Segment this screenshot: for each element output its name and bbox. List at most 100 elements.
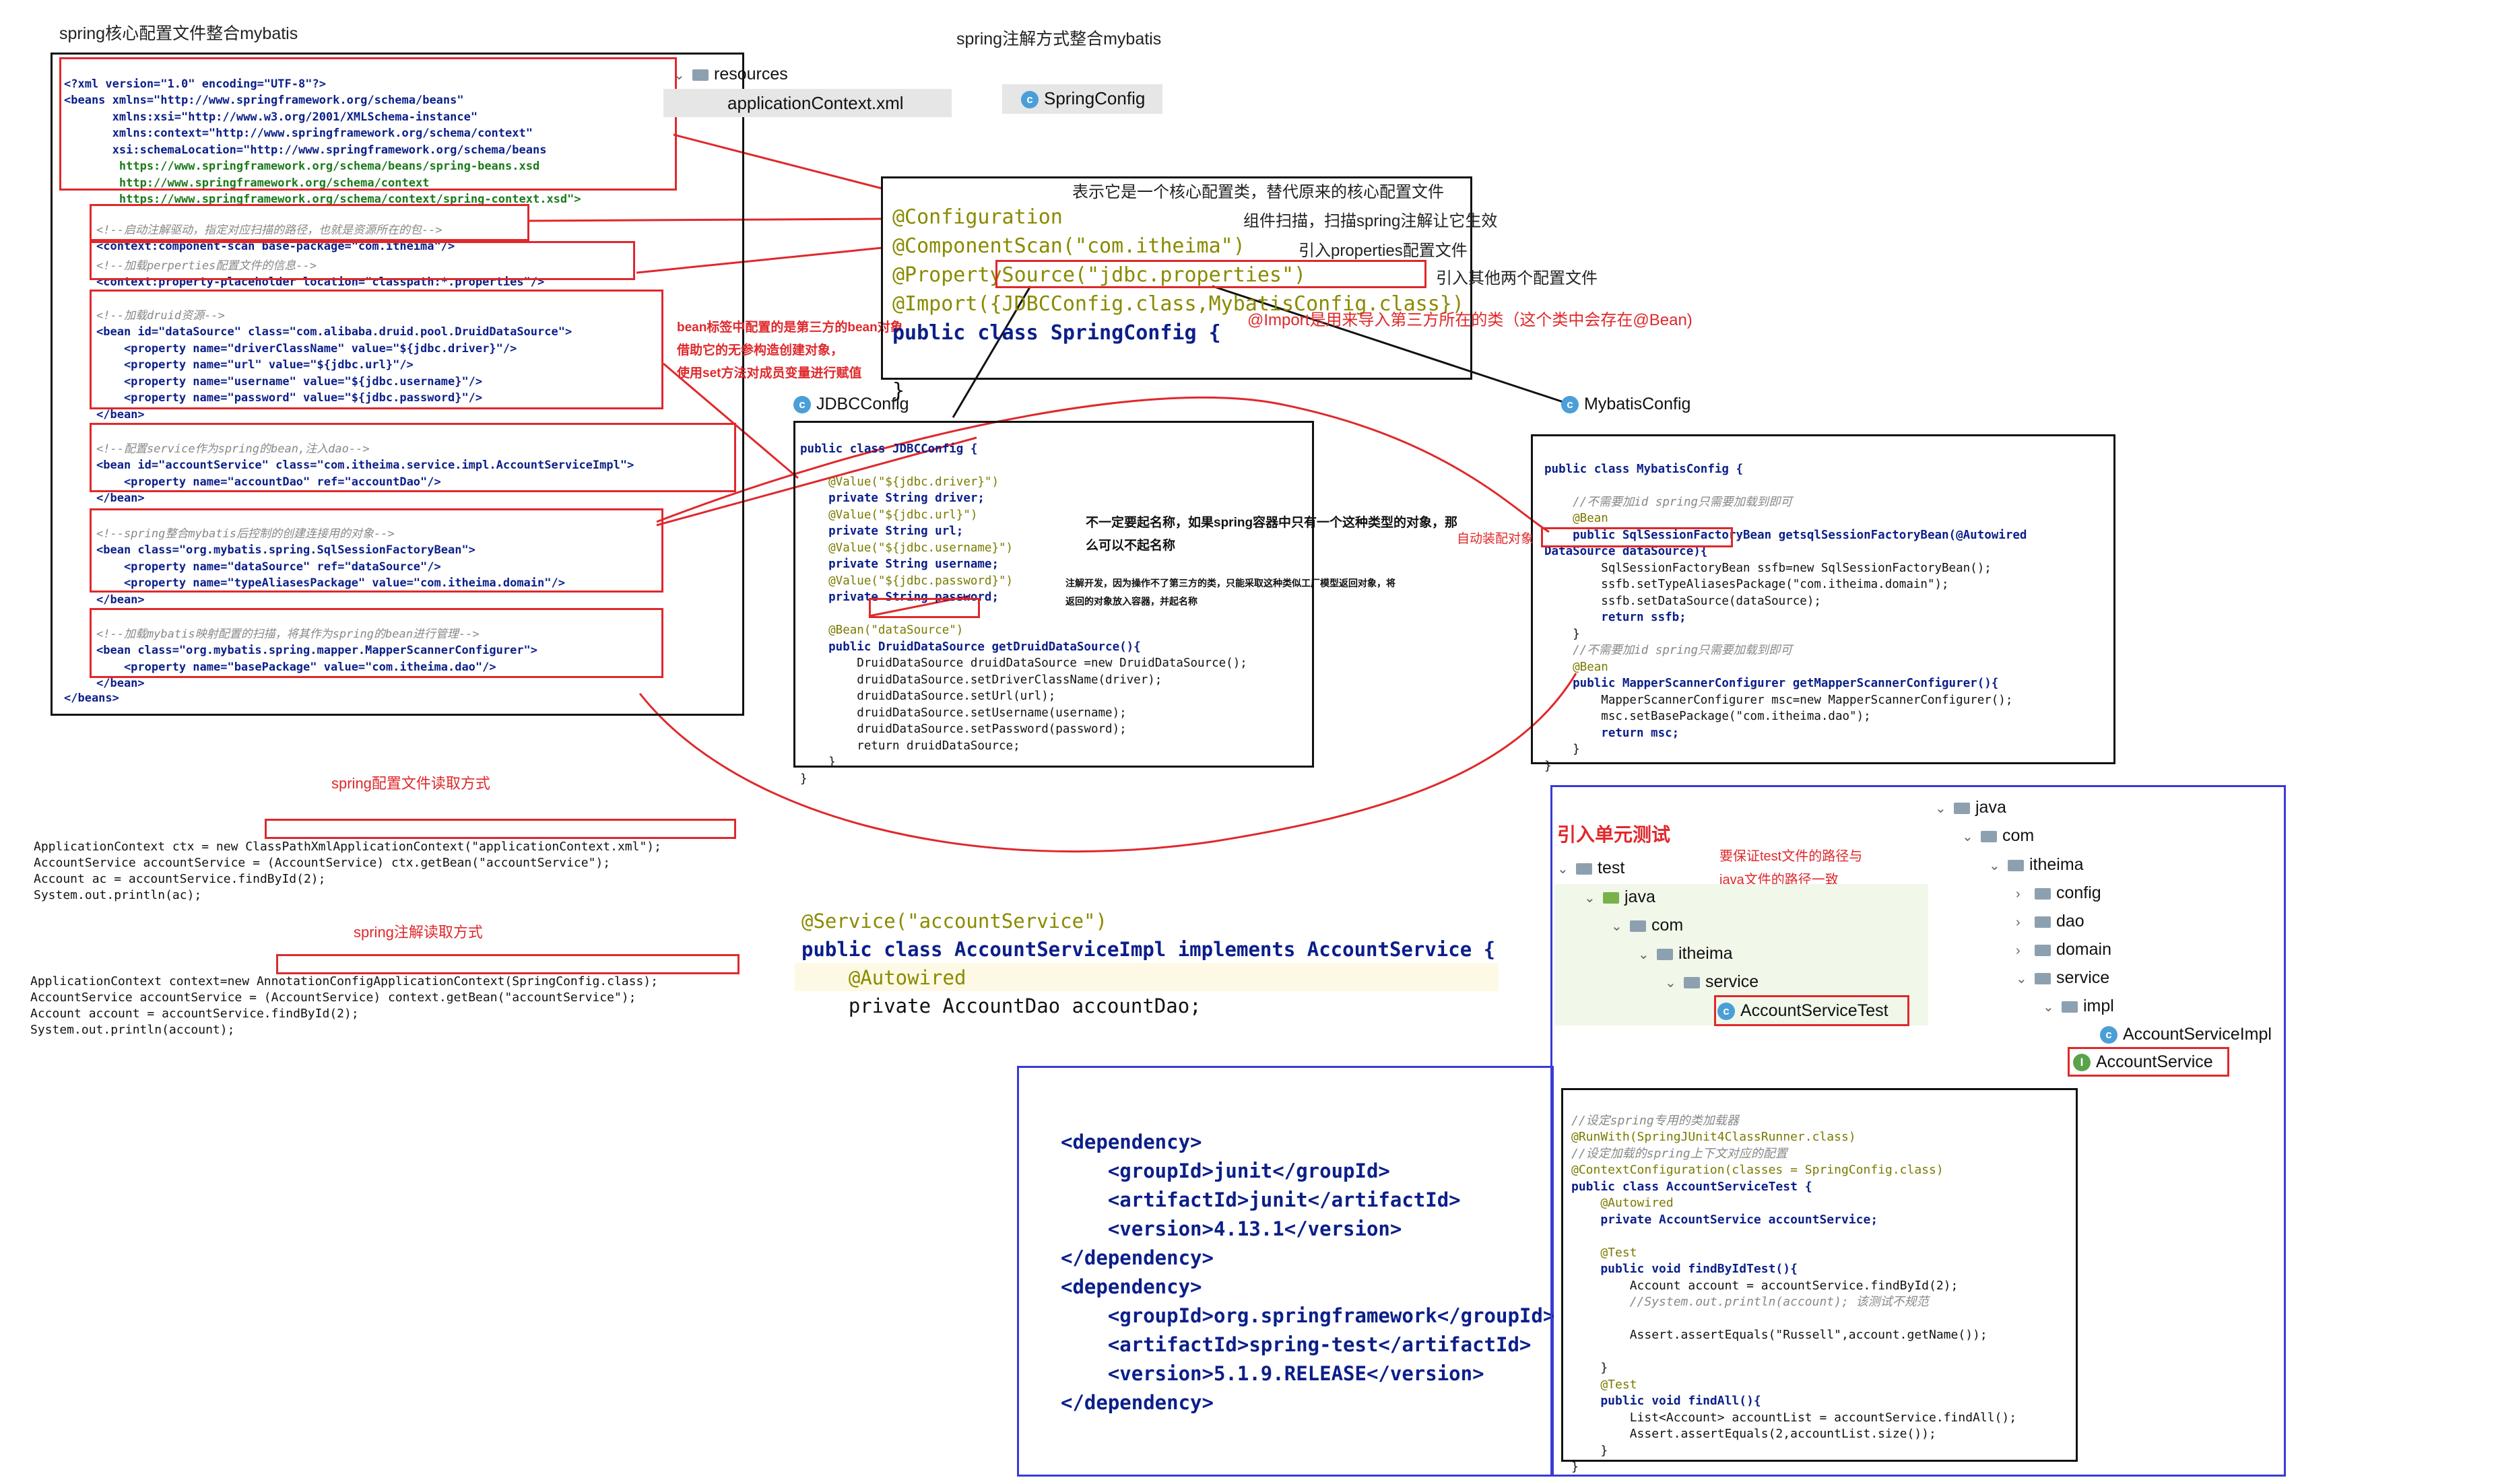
folder-icon [2008, 859, 2024, 871]
chevron-down-icon: ⌄ [1989, 858, 2000, 873]
tree-label: java [1624, 887, 1655, 906]
anno-read-highlight [276, 954, 740, 974]
chevron-down-icon: ⌄ [2043, 1000, 2054, 1015]
anno-read-line: ApplicationContext context=new Annotatio… [30, 974, 658, 988]
dependency-line: <version>5.1.9.RELEASE</version> [1061, 1362, 1484, 1385]
jdbc-line: druidDataSource.setDriverClassName(drive… [800, 673, 1162, 687]
appctx-file[interactable]: applicationContext.xml [663, 89, 952, 117]
test-code-line: public void findByIdTest(){ [1571, 1262, 1798, 1276]
mybatis-line: SqlSessionFactoryBean ssfb=new SqlSessio… [1544, 561, 1992, 575]
mybatis-line: msc.setBasePackage("com.itheima.dao"); [1544, 710, 1871, 723]
test-code-line: //设定spring专用的类加载器 [1571, 1113, 1739, 1128]
jdbc-line: druidDataSource.setUsername(username); [800, 706, 1127, 720]
tree-test-service[interactable]: ⌄ service [1665, 972, 1759, 992]
dependency-line: <groupId>junit</groupId> [1061, 1159, 1390, 1182]
chevron-down-icon: ⌄ [1611, 919, 1622, 934]
tree-main-domain[interactable]: › domain [2016, 940, 2111, 959]
tree-main-java[interactable]: ⌄ java [1935, 798, 2006, 817]
componentscan-note: 组件扫描，扫描spring注解让它生效 [1243, 212, 1498, 230]
tree-label: itheima [1678, 944, 1733, 963]
test-code-line: @Test [1571, 1245, 1637, 1260]
folder-icon [2035, 887, 2051, 900]
tree-accountserviceimpl[interactable]: c AccountServiceImpl [2100, 1025, 2272, 1044]
tree-label: service [1705, 972, 1759, 991]
test-path-note-line: 要保证test文件的路径与 [1719, 849, 1863, 864]
bean-name-note: 不一定要起名称，如果spring容器中只有一个这种类型的对象，那 么可以不起名称 [1086, 512, 1457, 558]
prop-highlight [90, 241, 635, 280]
test-code-line: public void findAll(){ [1571, 1394, 1761, 1408]
mapper-highlight [90, 608, 663, 678]
jdbc-line: @Value("${jdbc.password}") [800, 574, 1014, 588]
chevron-down-icon: ⌄ [1665, 976, 1676, 990]
xml-read-line: System.out.println(ac); [34, 888, 202, 902]
anno-read-title: spring注解读取方式 [354, 924, 483, 941]
jdbc-line: return druidDataSource; [800, 739, 1020, 753]
folder-icon [2035, 972, 2051, 984]
configuration-annotation: @Configuration [892, 205, 1063, 229]
test-code-line: } [1571, 1443, 1608, 1458]
jdbcconfig-label-text: JDBCConfig [816, 395, 909, 413]
druid-line: </bean> [96, 407, 145, 421]
beans-end: </beans> [64, 690, 119, 707]
test-code-line: } [1571, 1361, 1608, 1375]
factory-model-note-line: 返回的对象放入容器，并起名称 [1065, 596, 1197, 607]
jdbc-line: private String url; [800, 525, 964, 538]
dependency-line: <dependency> [1061, 1275, 1202, 1298]
jdbcconfig-label[interactable]: c JDBCConfig [793, 395, 909, 414]
resources-folder[interactable]: ⌄ resources [674, 65, 788, 84]
anno-read-line: Account account = accountService.findByI… [30, 1007, 359, 1021]
chevron-down-icon: ⌄ [1638, 947, 1649, 962]
factory-line: </bean> [96, 593, 145, 607]
componentscan-annotation: @ComponentScan("com.itheima") [892, 234, 1245, 258]
unit-test-title: 引入单元测试 [1557, 824, 1671, 845]
springconfig-tab[interactable]: c SpringConfig [1002, 84, 1162, 114]
mybatisconfig-label-text: MybatisConfig [1584, 395, 1691, 413]
jdbc-line: @Value("${jdbc.username}") [800, 541, 1014, 555]
folder-icon [1603, 891, 1619, 904]
test-code-line: @RunWith(SpringJUnit4ClassRunner.class) [1571, 1130, 1856, 1144]
jdbc-line: druidDataSource.setUrl(url); [800, 689, 1056, 703]
factory-model-note: 注解开发，因为操作不了第三方的类，只能采取这种类似工厂模型返回对象，将 返回的对… [1065, 574, 1395, 611]
chevron-down-icon: ⌄ [674, 68, 685, 83]
jdbc-line: druidDataSource.setPassword(password); [800, 722, 1127, 736]
tree-main-config[interactable]: › config [2016, 883, 2101, 903]
tree-main-dao[interactable]: › dao [2016, 912, 2084, 931]
tree-test[interactable]: ⌄ test [1557, 858, 1624, 878]
tree-main-com[interactable]: ⌄ com [1962, 826, 2034, 846]
accountservice-highlight [2068, 1047, 2229, 1077]
mapper-line: </bean> [96, 677, 145, 690]
tree-label: com [1651, 916, 1684, 935]
service-impl-code: @Service("accountService") public class … [801, 879, 1495, 1020]
mybatis-line: } [1544, 759, 1552, 773]
tree-main-itheima[interactable]: ⌄ itheima [1989, 855, 2084, 875]
tree-test-java[interactable]: ⌄ java [1584, 887, 1655, 907]
mybatisconfig-label[interactable]: c MybatisConfig [1561, 395, 1690, 414]
folder-icon [2035, 944, 2051, 956]
test-code-line: @ContextConfiguration(classes = SpringCo… [1571, 1163, 1944, 1177]
chevron-down-icon: ⌄ [1935, 801, 1946, 816]
test-code: //设定spring专用的类加载器 @RunWith(SpringJUnit4C… [1571, 1096, 2016, 1476]
folder-icon [1981, 830, 1997, 842]
jdbc-line: private String username; [800, 558, 999, 571]
springconfig-class-decl: public class SpringConfig { [892, 321, 1221, 345]
service-line: </bean> [96, 492, 145, 505]
import-highlight [995, 260, 1426, 288]
tree-test-com[interactable]: ⌄ com [1611, 916, 1683, 935]
dependency-line: </dependency> [1061, 1391, 1214, 1414]
mybatis-line: @Bean [1544, 512, 1608, 525]
xml-read-line: Account ac = accountService.findById(2); [34, 872, 326, 886]
tree-main-impl[interactable]: ⌄ impl [2043, 997, 2114, 1016]
bean-name-highlight [869, 598, 980, 618]
tree-label: com [2002, 826, 2035, 845]
test-code-line: public class AccountServiceTest { [1571, 1179, 1812, 1194]
mybatis-line: @Bean [1544, 660, 1608, 674]
xml-read-line: AccountService accountService = (Account… [34, 856, 611, 870]
tree-test-itheima[interactable]: ⌄ itheima [1638, 944, 1733, 964]
test-code-line: Account account = accountService.findByI… [1571, 1278, 1959, 1293]
folder-icon [1630, 920, 1646, 932]
tree-label: java [1975, 798, 2006, 817]
mybatis-line: //不需要加id spring只需要加载到即可 [1544, 495, 1793, 509]
mybatis-line: return ssfb; [1544, 611, 1686, 624]
jdbc-line: DruidDataSource druidDataSource =new Dru… [800, 656, 1247, 670]
tree-main-service[interactable]: ⌄ service [2016, 968, 2109, 988]
